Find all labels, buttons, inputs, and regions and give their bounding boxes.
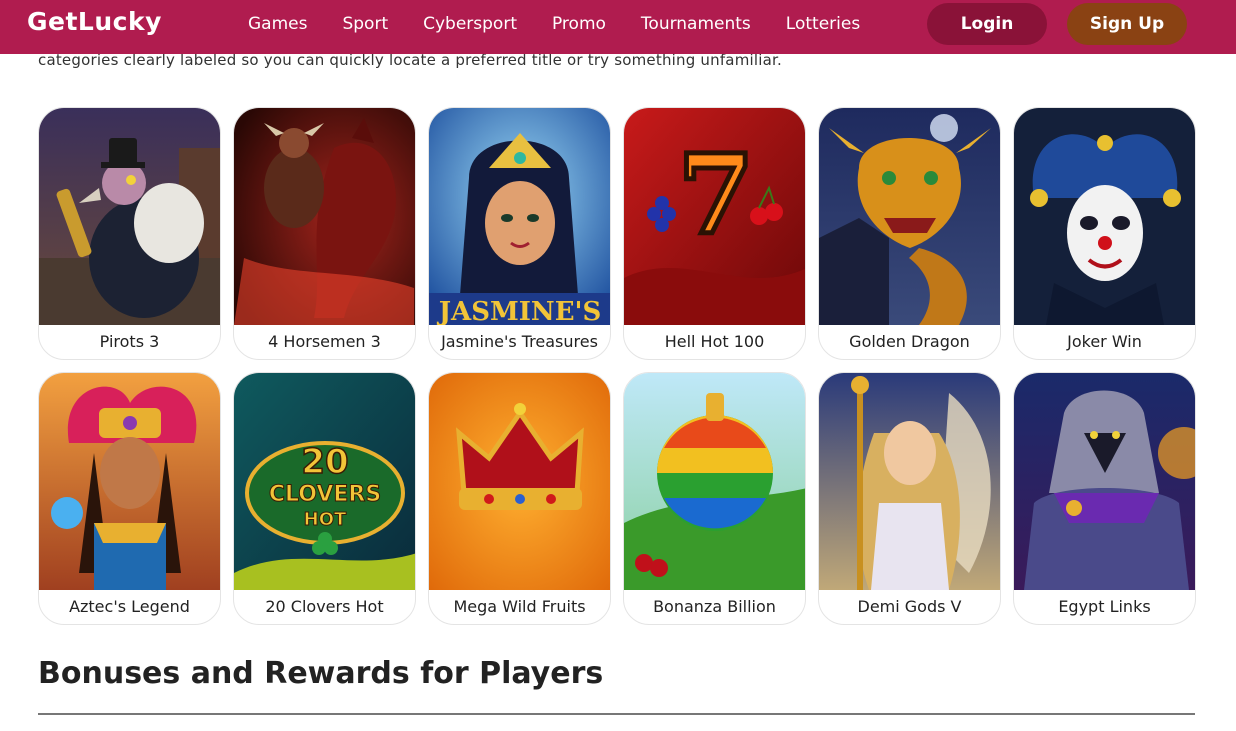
- game-title: Mega Wild Fruits: [453, 596, 586, 616]
- game-title: 20 Clovers Hot: [265, 596, 384, 616]
- goddess-art: [819, 373, 1000, 590]
- login-button[interactable]: Login: [927, 3, 1047, 45]
- fruit-bomb-art: [624, 373, 805, 590]
- game-title: Demi Gods V: [857, 596, 962, 616]
- jasmine-logo-text: JASMINE'S: [437, 297, 602, 325]
- clovers-number: 20: [301, 442, 348, 482]
- game-title: Bonanza Billion: [653, 596, 776, 616]
- game-card-joker-win[interactable]: Joker Win: [1013, 107, 1196, 360]
- game-title: Jasmine's Treasures: [441, 331, 598, 351]
- sign-up-button[interactable]: Sign Up: [1067, 3, 1187, 45]
- nav-tournaments[interactable]: Tournaments: [641, 14, 751, 36]
- game-card-4-horsemen-3[interactable]: 4 Horsemen 3: [233, 107, 416, 360]
- clovers-hot-word: HOT: [304, 509, 347, 530]
- aztec-warrior-art: [39, 373, 220, 590]
- game-card-pirots-3[interactable]: Pirots 3: [38, 107, 221, 360]
- crown-art: [429, 373, 610, 590]
- section-heading: Bonuses and Rewards for Players: [38, 656, 604, 691]
- dragon-art: [819, 108, 1000, 325]
- game-card-20-clovers-hot[interactable]: 20 CLOVERS HOT 20 Clovers Hot: [233, 372, 416, 625]
- nav-lotteries[interactable]: Lotteries: [786, 14, 860, 36]
- anubis-art: [1014, 373, 1195, 590]
- game-title: Joker Win: [1067, 331, 1142, 351]
- nav-cybersport[interactable]: Cybersport: [423, 14, 517, 36]
- game-card-demi-gods-v[interactable]: Demi Gods V: [818, 372, 1001, 625]
- jasmine-art: JASMINE'S: [429, 108, 610, 325]
- game-title: Hell Hot 100: [664, 331, 765, 351]
- game-card-jasmines-treasures[interactable]: JASMINE'S Jasmine's Treasures: [428, 107, 611, 360]
- nav-sport[interactable]: Sport: [342, 14, 388, 36]
- game-card-mega-wild-fruits[interactable]: Mega Wild Fruits: [428, 372, 611, 625]
- top-navbar: GetLucky Games Sport Cybersport Promo To…: [0, 0, 1236, 54]
- nav-promo[interactable]: Promo: [552, 14, 606, 36]
- game-title: Aztec's Legend: [69, 596, 190, 616]
- game-title: Pirots 3: [99, 331, 160, 351]
- game-card-golden-dragon[interactable]: Golden Dragon: [818, 107, 1001, 360]
- section-divider: [38, 713, 1195, 715]
- game-card-hell-hot-100[interactable]: 7 Hell Hot 100: [623, 107, 806, 360]
- site-logo[interactable]: GetLucky: [27, 7, 162, 36]
- game-title: 4 Horsemen 3: [268, 331, 381, 351]
- nav-games[interactable]: Games: [248, 14, 307, 36]
- vulture-pirate-art: [39, 108, 220, 325]
- seven-symbol: 7: [678, 130, 755, 259]
- joker-art: [1014, 108, 1195, 325]
- lucky-seven-art: 7: [624, 108, 805, 325]
- game-title: Golden Dragon: [849, 331, 970, 351]
- game-card-bonanza-billion[interactable]: Bonanza Billion: [623, 372, 806, 625]
- main-nav: Games Sport Cybersport Promo Tournaments…: [248, 14, 895, 36]
- game-card-aztecs-legend[interactable]: Aztec's Legend: [38, 372, 221, 625]
- clovers-art: 20 CLOVERS HOT: [234, 373, 415, 590]
- horseman-art: [234, 108, 415, 325]
- game-title: Egypt Links: [1058, 596, 1151, 616]
- game-card-egypt-links[interactable]: Egypt Links: [1013, 372, 1196, 625]
- clovers-word: CLOVERS: [269, 482, 381, 507]
